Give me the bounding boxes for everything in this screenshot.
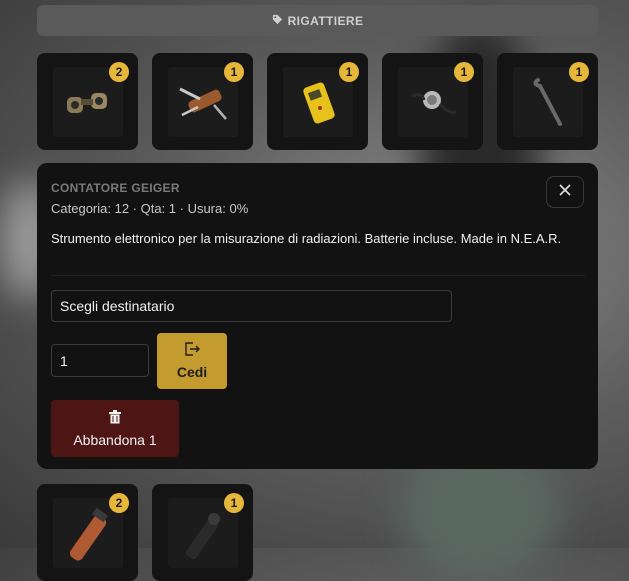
give-button[interactable]: Cedi: [157, 333, 227, 389]
divider: [51, 275, 585, 276]
recipient-select[interactable]: Scegli destinatario: [51, 290, 452, 322]
give-icon: [184, 342, 200, 359]
give-button-label: Cedi: [176, 364, 208, 380]
item-count-badge: 1: [569, 62, 589, 82]
item-count-badge: 2: [109, 493, 129, 513]
item-count-badge: 1: [454, 62, 474, 82]
drop-button-label: Abbandona 1: [73, 431, 157, 448]
tag-icon: [272, 14, 283, 28]
trash-icon: [109, 409, 121, 427]
inventory-item-crowbar[interactable]: 1: [497, 53, 598, 150]
merchant-title: RIGATTIERE: [287, 13, 364, 28]
inventory-item-flare[interactable]: 2: [37, 484, 138, 581]
item-detail-panel: CONTATORE GEIGER Categoria: 12 · Qta: 1 …: [37, 163, 598, 469]
item-meta: Categoria: 12 · Qta: 1 · Usura: 0%: [51, 201, 249, 216]
inventory-item-geiger[interactable]: 1: [267, 53, 368, 150]
inventory-item-stethoscope[interactable]: 1: [382, 53, 483, 150]
item-count-badge: 1: [339, 62, 359, 82]
close-icon: [559, 183, 571, 201]
item-count-badge: 1: [224, 493, 244, 513]
close-button[interactable]: [546, 176, 584, 208]
inventory-item-binoculars[interactable]: 2: [37, 53, 138, 150]
item-description: Strumento elettronico per la misurazione…: [51, 231, 562, 246]
drop-button[interactable]: Abbandona 1: [51, 400, 179, 457]
item-title: CONTATORE GEIGER: [51, 181, 180, 195]
item-count-badge: 2: [109, 62, 129, 82]
inventory-item-multitool[interactable]: 1: [152, 53, 253, 150]
quantity-input[interactable]: 1: [51, 344, 149, 377]
inventory-item-flashlight[interactable]: 1: [152, 484, 253, 581]
merchant-header: RIGATTIERE: [37, 5, 598, 36]
item-count-badge: 1: [224, 62, 244, 82]
